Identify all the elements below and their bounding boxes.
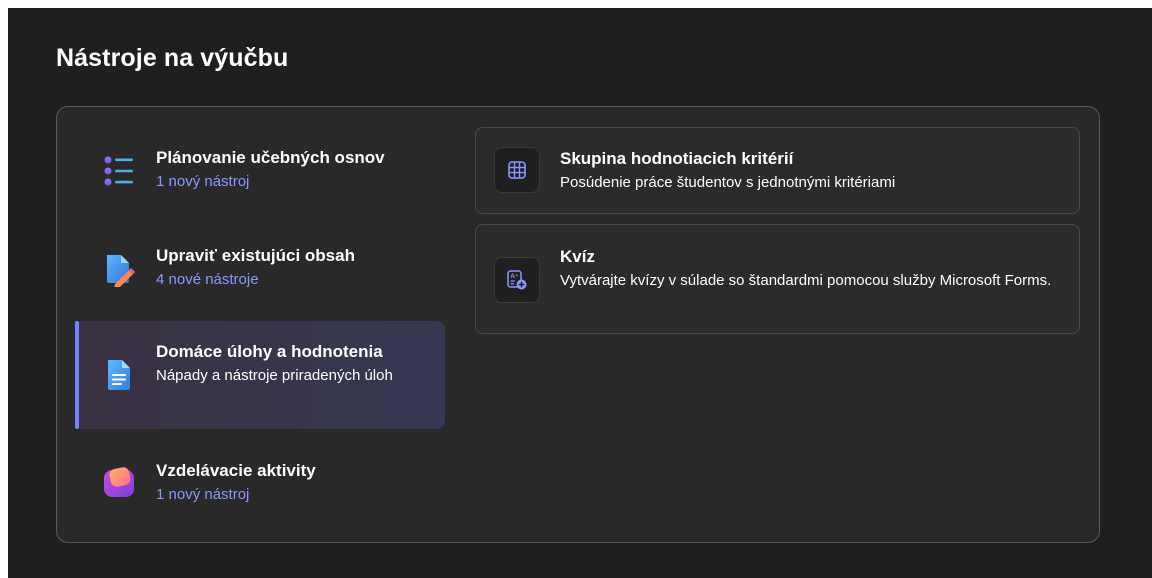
category-subtitle: 1 nový nástroj — [156, 486, 250, 503]
activities-icon — [104, 467, 134, 497]
tool-description: Posúdenie práce študentov s jednotnými k… — [560, 174, 896, 191]
tool-icon-box: A + — [494, 257, 540, 303]
tool-description: Vytvárajte kvízy v súlade so štandardmi … — [560, 272, 1052, 289]
category-lesson-planning[interactable]: Plánovanie učebných osnov 1 nový nástroj — [75, 117, 445, 225]
list-icon — [104, 156, 133, 186]
category-title: Upraviť existujúci obsah — [156, 246, 355, 265]
app-window: Nástroje na výučbu Plánovanie učebných o… — [8, 8, 1152, 578]
category-edit-content[interactable]: Upraviť existujúci obsah 4 nové nástroje — [75, 215, 445, 323]
svg-text:+: + — [515, 273, 518, 279]
tool-card-quiz[interactable]: A + Kvíz Vytvárajte kvízy v súlade so št… — [475, 224, 1080, 334]
category-title: Domáce úlohy a hodnotenia — [156, 342, 383, 361]
category-title: Plánovanie učebných osnov — [156, 148, 385, 167]
quiz-add-icon: A + — [507, 270, 527, 290]
category-homework-assessments[interactable]: Domáce úlohy a hodnotenia Nápady a nástr… — [75, 321, 445, 429]
document-icon — [108, 360, 130, 390]
edit-document-icon — [107, 255, 135, 287]
category-learning-activities[interactable]: Vzdelávacie aktivity 1 nový nástroj — [75, 431, 445, 539]
tool-title: Kvíz — [560, 247, 595, 266]
tool-card-rubric[interactable]: Skupina hodnotiacich kritérií Posúdenie … — [475, 127, 1080, 214]
page-title: Nástroje na výučbu — [56, 44, 289, 72]
tool-icon-box — [494, 147, 540, 193]
category-title: Vzdelávacie aktivity — [156, 461, 316, 480]
category-subtitle: Nápady a nástroje priradených úloh — [156, 367, 393, 384]
category-subtitle: 4 nové nástroje — [156, 271, 259, 288]
category-subtitle: 1 nový nástroj — [156, 173, 250, 190]
tools-panel: Plánovanie učebných osnov 1 nový nástroj… — [56, 106, 1100, 543]
grid-icon — [508, 161, 526, 179]
tool-title: Skupina hodnotiacich kritérií — [560, 149, 794, 168]
